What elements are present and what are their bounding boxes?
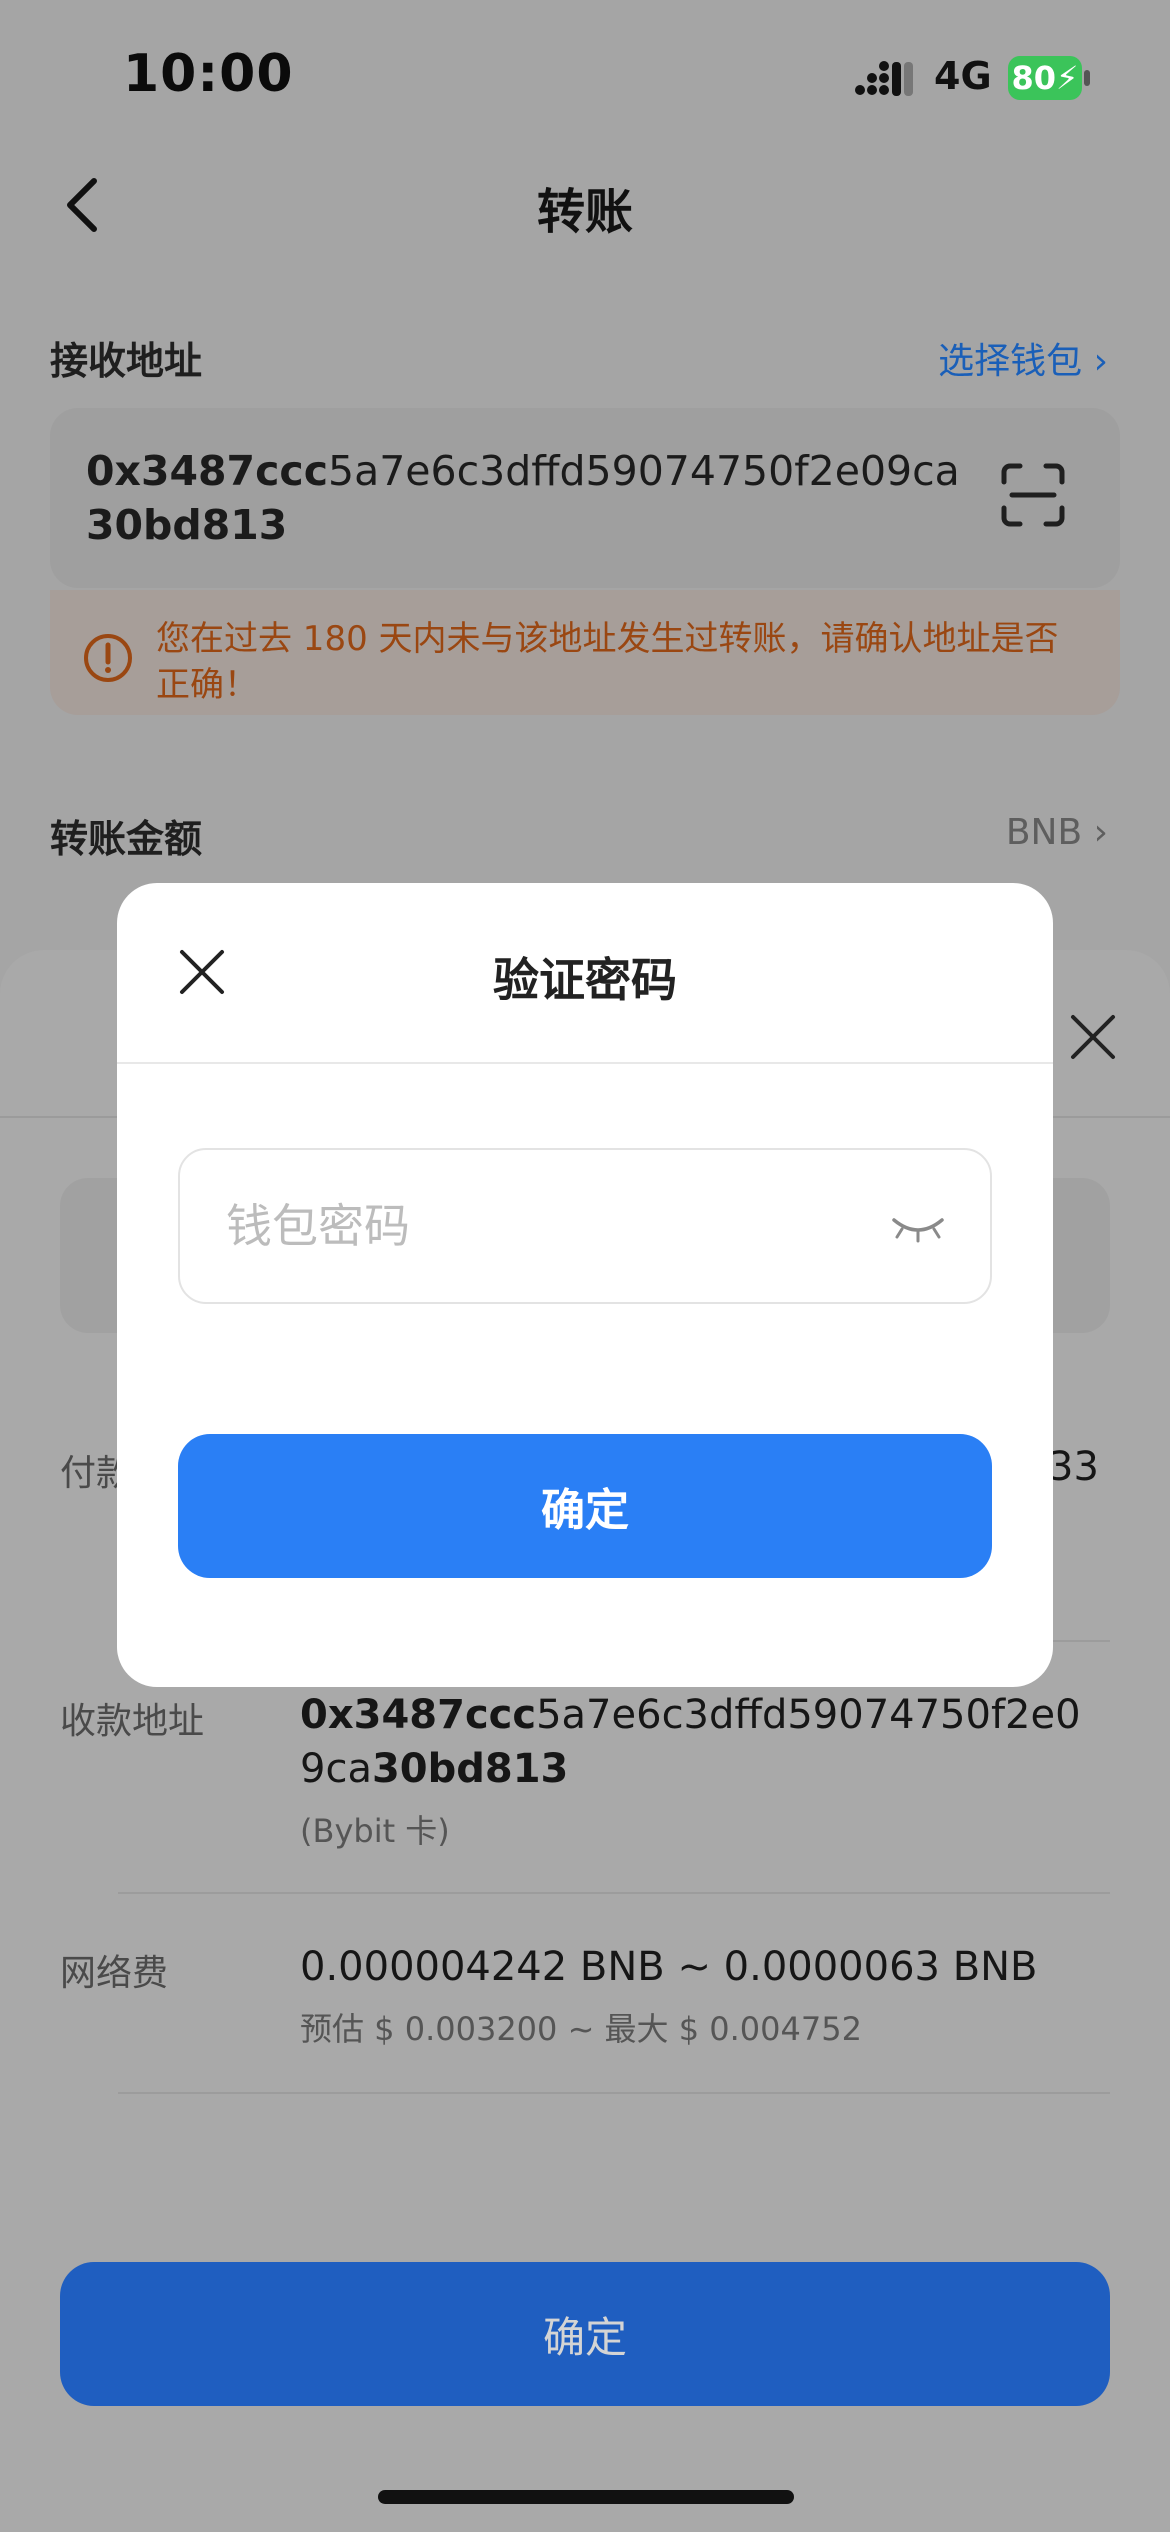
network-type: 4G bbox=[934, 54, 992, 98]
sheet-confirm-button[interactable]: 确定 bbox=[60, 2262, 1110, 2406]
password-input[interactable] bbox=[178, 1148, 992, 1304]
address-suffix: 30bd813 bbox=[86, 501, 288, 549]
eye-closed-icon[interactable] bbox=[890, 1208, 946, 1244]
recv-note: (Bybit 卡) bbox=[300, 1812, 450, 1850]
address-middle: 5a7e6c3dffd59074750f2e09ca bbox=[328, 447, 960, 495]
battery-tip bbox=[1084, 70, 1090, 86]
recv-prefix: 0x3487ccc bbox=[300, 1692, 537, 1738]
receive-address-value[interactable]: 0x3487ccc5a7e6c3dffd59074750f2e09ca 30bd8… bbox=[86, 444, 986, 552]
warning-icon bbox=[84, 634, 132, 682]
signal-icon bbox=[855, 61, 913, 96]
recv-address-value: 0x3487ccc5a7e6c3dffd59074750f2e09ca30bd8… bbox=[300, 1688, 1100, 1796]
page-title: 转账 bbox=[536, 184, 633, 240]
pay-value: 33 bbox=[1048, 1444, 1099, 1490]
warning-text: 您在过去 180 天内未与该地址发生过转账，请确认地址是否正确！ bbox=[156, 619, 1059, 705]
charging-icon: ⚡ bbox=[1056, 59, 1079, 97]
dialog-divider bbox=[117, 1062, 1053, 1064]
sheet-close-icon[interactable] bbox=[1068, 1012, 1118, 1062]
recv-suffix: 30bd813 bbox=[371, 1746, 569, 1792]
scan-icon[interactable] bbox=[1000, 462, 1066, 528]
amount-label: 转账金额 bbox=[50, 817, 203, 861]
choose-wallet-link[interactable]: 选择钱包 › bbox=[938, 332, 1108, 384]
confirm-button[interactable]: 确定 bbox=[178, 1434, 992, 1578]
status-time: 10:00 bbox=[123, 44, 294, 104]
home-indicator bbox=[378, 2490, 794, 2504]
address-prefix: 0x3487ccc bbox=[86, 447, 328, 495]
row-divider bbox=[118, 1892, 1110, 1894]
receive-address-label: 接收地址 bbox=[50, 339, 203, 383]
row-divider bbox=[118, 2092, 1110, 2094]
dialog-title: 验证密码 bbox=[493, 953, 677, 1007]
battery-indicator: 80 ⚡ bbox=[1008, 56, 1082, 100]
recv-address-label: 收款地址 bbox=[60, 1701, 205, 1742]
fee-label: 网络费 bbox=[60, 1953, 169, 1994]
battery-level: 80 bbox=[1011, 59, 1057, 97]
token-selector[interactable]: BNB › bbox=[1006, 812, 1108, 853]
fee-value: 0.000004242 BNB ~ 0.0000063 BNB bbox=[300, 1944, 1038, 1990]
fee-estimate: 预估 $ 0.003200 ~ 最大 $ 0.004752 bbox=[300, 2010, 862, 2048]
